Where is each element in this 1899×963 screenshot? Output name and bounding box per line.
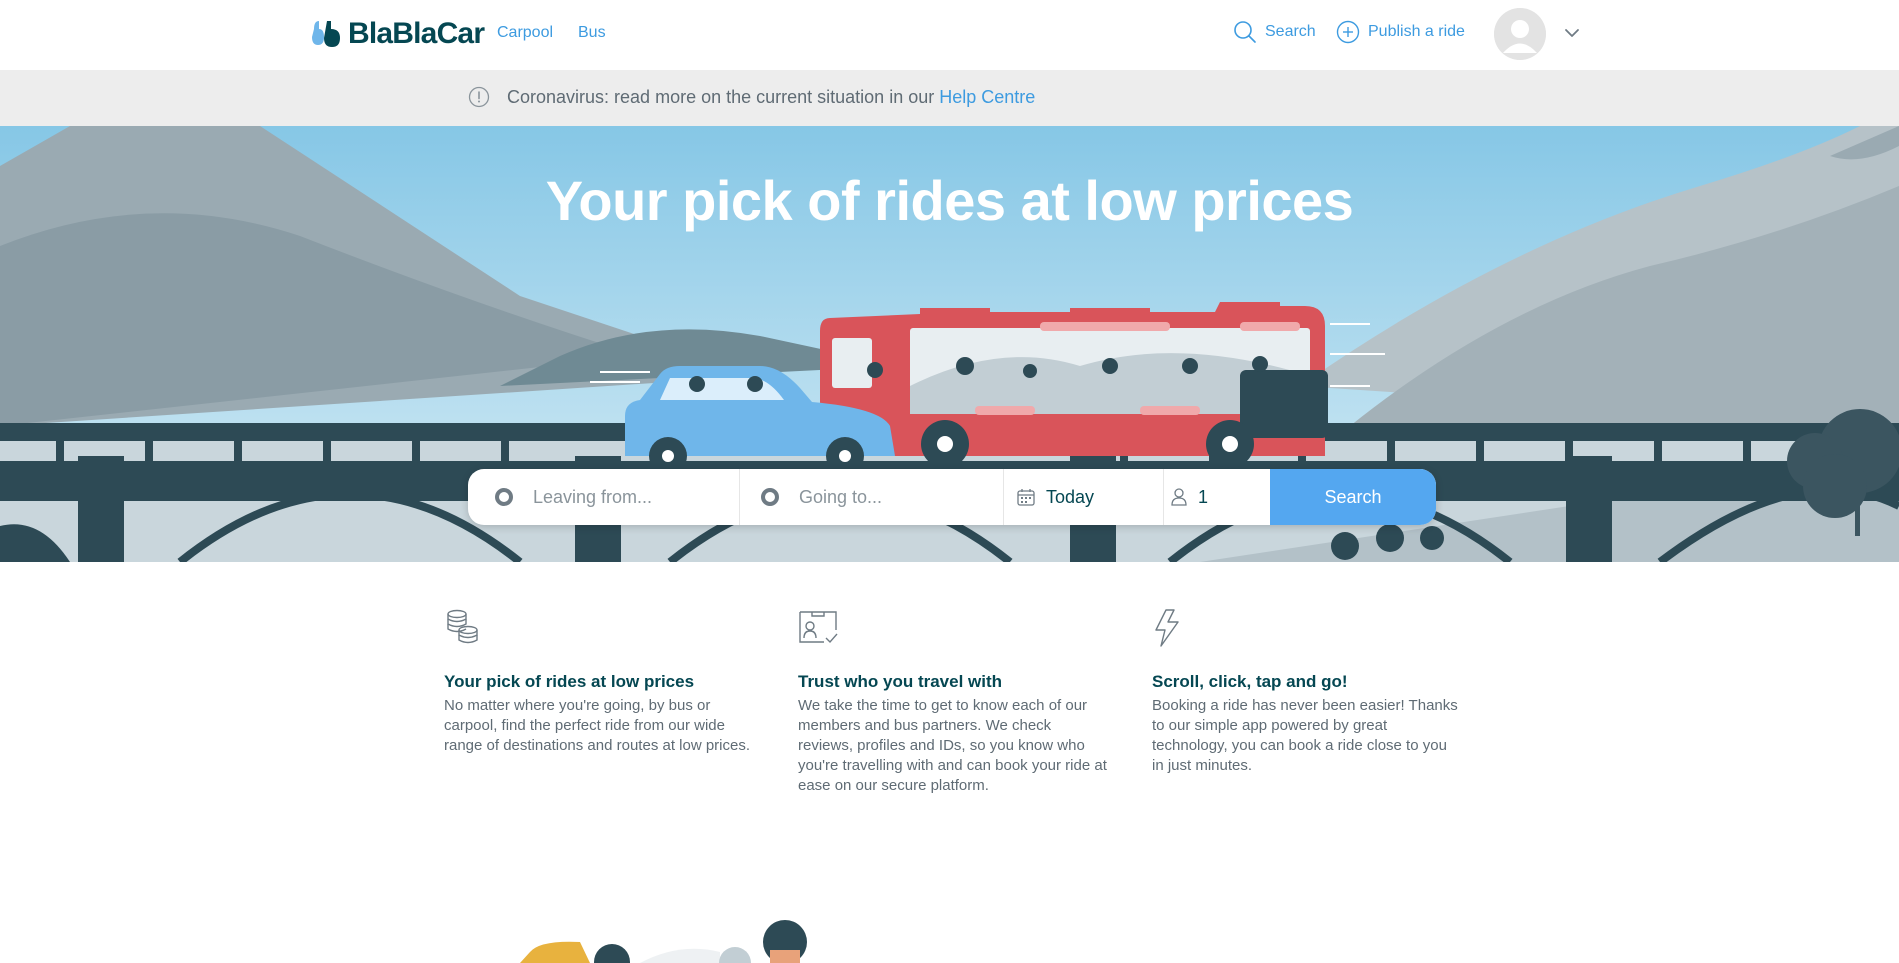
feature-text: No matter where you're going, by bus or … (444, 697, 751, 754)
publish-ride-button[interactable]: Publish a ride (1336, 20, 1465, 44)
nav-carpool-link[interactable]: Carpool (497, 24, 553, 42)
passenger-count: 1 (1198, 486, 1209, 507)
leaving-from-placeholder: Leaving from... (533, 486, 653, 507)
logo-mark-icon (312, 21, 340, 47)
going-to-placeholder: Going to... (799, 486, 883, 507)
feature-trust: Trust who you travel with We take the ti… (798, 608, 1108, 796)
covid-notice-bar: Coronavirus: read more on the current si… (0, 70, 1899, 126)
feature-title: Trust who you travel with (798, 672, 1003, 691)
calendar-icon (1017, 489, 1035, 506)
verified-id-icon (799, 611, 838, 644)
feature-title: Scroll, click, tap and go! (1152, 672, 1348, 691)
feature-text: We take the time to get to know each of … (798, 697, 1107, 794)
date-picker[interactable]: Today (1004, 469, 1164, 525)
feature-title: Your pick of rides at low prices (444, 672, 695, 691)
blablacar-logo[interactable]: BlaBlaCar (310, 14, 485, 54)
user-avatar[interactable] (1494, 8, 1546, 60)
ride-search-form: Leaving from... Going to... Today 1 Sear… (468, 469, 1436, 525)
info-icon (468, 86, 490, 108)
search-submit-button[interactable]: Search (1270, 469, 1436, 525)
publish-ride-label: Publish a ride (1368, 23, 1465, 40)
plus-circle-icon (1336, 20, 1360, 44)
lightning-icon (1155, 609, 1179, 647)
chevron-down-icon[interactable] (1563, 24, 1581, 42)
search-icon (1234, 21, 1256, 43)
feature-quick-booking: Scroll, click, tap and go! Booking a rid… (1152, 608, 1462, 776)
going-to-field[interactable]: Going to... (740, 469, 1004, 525)
passenger-selector[interactable]: 1 (1164, 469, 1270, 525)
header-search-label: Search (1265, 23, 1316, 40)
feature-low-prices: Your pick of rides at low prices No matt… (444, 608, 754, 756)
date-value: Today (1046, 486, 1095, 507)
coins-icon (447, 609, 478, 644)
feature-text: Booking a ride has never been easier! Th… (1152, 697, 1458, 774)
help-centre-link[interactable]: Help Centre (939, 87, 1035, 107)
origin-circle-icon (495, 488, 513, 506)
top-navigation: BlaBlaCar Carpool Bus Search Publish a r… (0, 0, 1899, 70)
people-illustration (520, 920, 807, 963)
user-silhouette-icon (1494, 8, 1546, 60)
header-search-button[interactable]: Search (1233, 20, 1316, 44)
logo-text: BlaBlaCar (348, 17, 485, 50)
notice-message: Coronavirus: read more on the current si… (507, 87, 940, 107)
leaving-from-field[interactable]: Leaving from... (468, 469, 740, 525)
nav-bus-link[interactable]: Bus (578, 24, 606, 42)
person-icon (1171, 488, 1187, 506)
notice-text: Coronavirus: read more on the current si… (507, 87, 1035, 108)
destination-circle-icon (761, 488, 779, 506)
hero-title: Your pick of rides at low prices (545, 169, 1354, 232)
